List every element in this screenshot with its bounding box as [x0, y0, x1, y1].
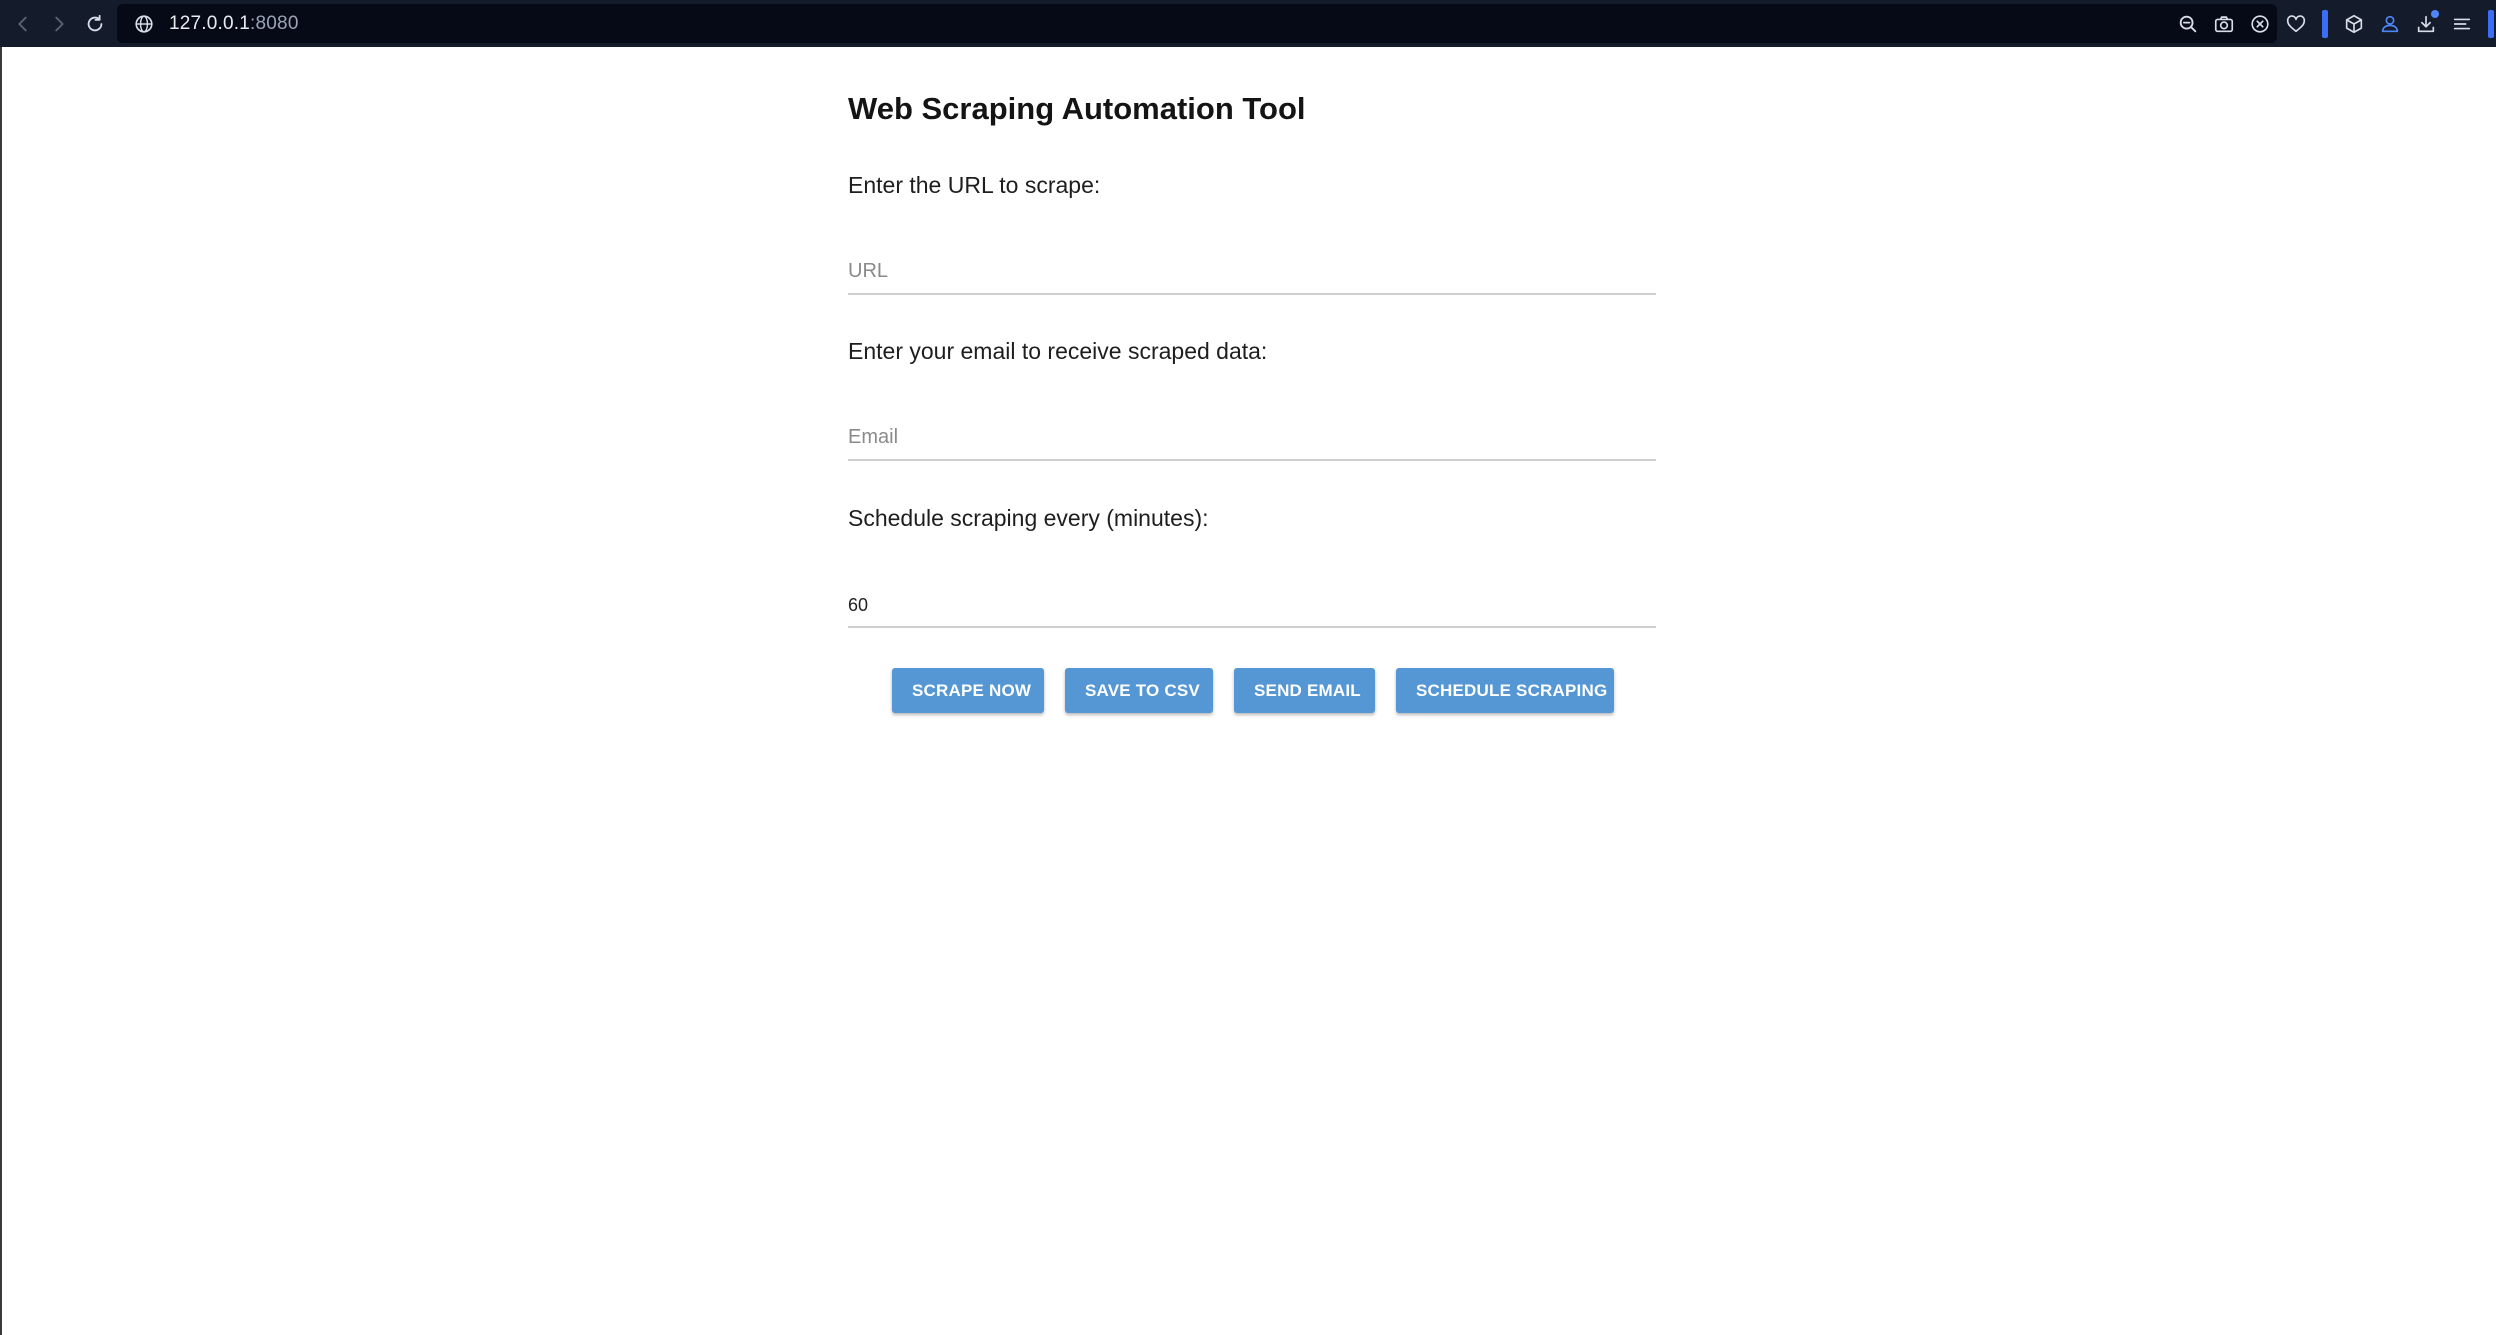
schedule-minutes-input[interactable]	[848, 595, 1648, 616]
address-host: 127.0.0.1	[169, 12, 251, 34]
globe-icon	[133, 13, 155, 35]
sidebar-indicator	[2488, 9, 2494, 38]
save-to-csv-button[interactable]: SAVE TO CSV	[1065, 668, 1213, 713]
toolbar-separator	[2322, 9, 2328, 38]
browser-toolbar: 127.0.0.1:8080	[0, 0, 2496, 47]
camera-icon[interactable]	[2206, 6, 2242, 42]
address-bar[interactable]: 127.0.0.1:8080	[117, 4, 2277, 43]
forward-icon[interactable]	[44, 9, 74, 39]
page-title: Web Scraping Automation Tool	[848, 91, 1306, 126]
download-icon[interactable]	[2408, 6, 2444, 42]
email-input[interactable]	[848, 426, 1648, 449]
reload-icon[interactable]	[80, 9, 110, 39]
address-text: 127.0.0.1:8080	[169, 13, 299, 35]
scrape-now-button[interactable]: SCRAPE NOW	[892, 668, 1044, 713]
schedule-field-container	[848, 568, 1656, 628]
email-label: Enter your email to receive scraped data…	[848, 338, 1268, 364]
send-email-button[interactable]: SEND EMAIL	[1234, 668, 1375, 713]
page-content: Web Scraping Automation Tool Enter the U…	[0, 47, 2496, 1335]
schedule-label: Schedule scraping every (minutes):	[848, 505, 1209, 531]
browser-tools	[2170, 0, 2496, 47]
blocker-icon[interactable]	[2242, 6, 2278, 42]
download-badge-icon	[2431, 9, 2439, 18]
email-field-container	[848, 401, 1656, 461]
menu-icon[interactable]	[2444, 6, 2480, 42]
heart-icon[interactable]	[2278, 6, 2314, 42]
address-port: :8080	[250, 12, 299, 34]
url-input[interactable]	[848, 260, 1648, 283]
account-icon[interactable]	[2372, 6, 2408, 42]
cube-icon[interactable]	[2336, 6, 2372, 42]
schedule-scraping-button[interactable]: SCHEDULE SCRAPING	[1396, 668, 1614, 713]
url-label: Enter the URL to scrape:	[848, 172, 1101, 198]
back-icon[interactable]	[8, 9, 38, 39]
action-buttons: SCRAPE NOW SAVE TO CSV SEND EMAIL SCHEDU…	[892, 668, 1635, 713]
zoom-out-icon[interactable]	[2170, 6, 2206, 42]
url-field-container	[848, 235, 1656, 295]
